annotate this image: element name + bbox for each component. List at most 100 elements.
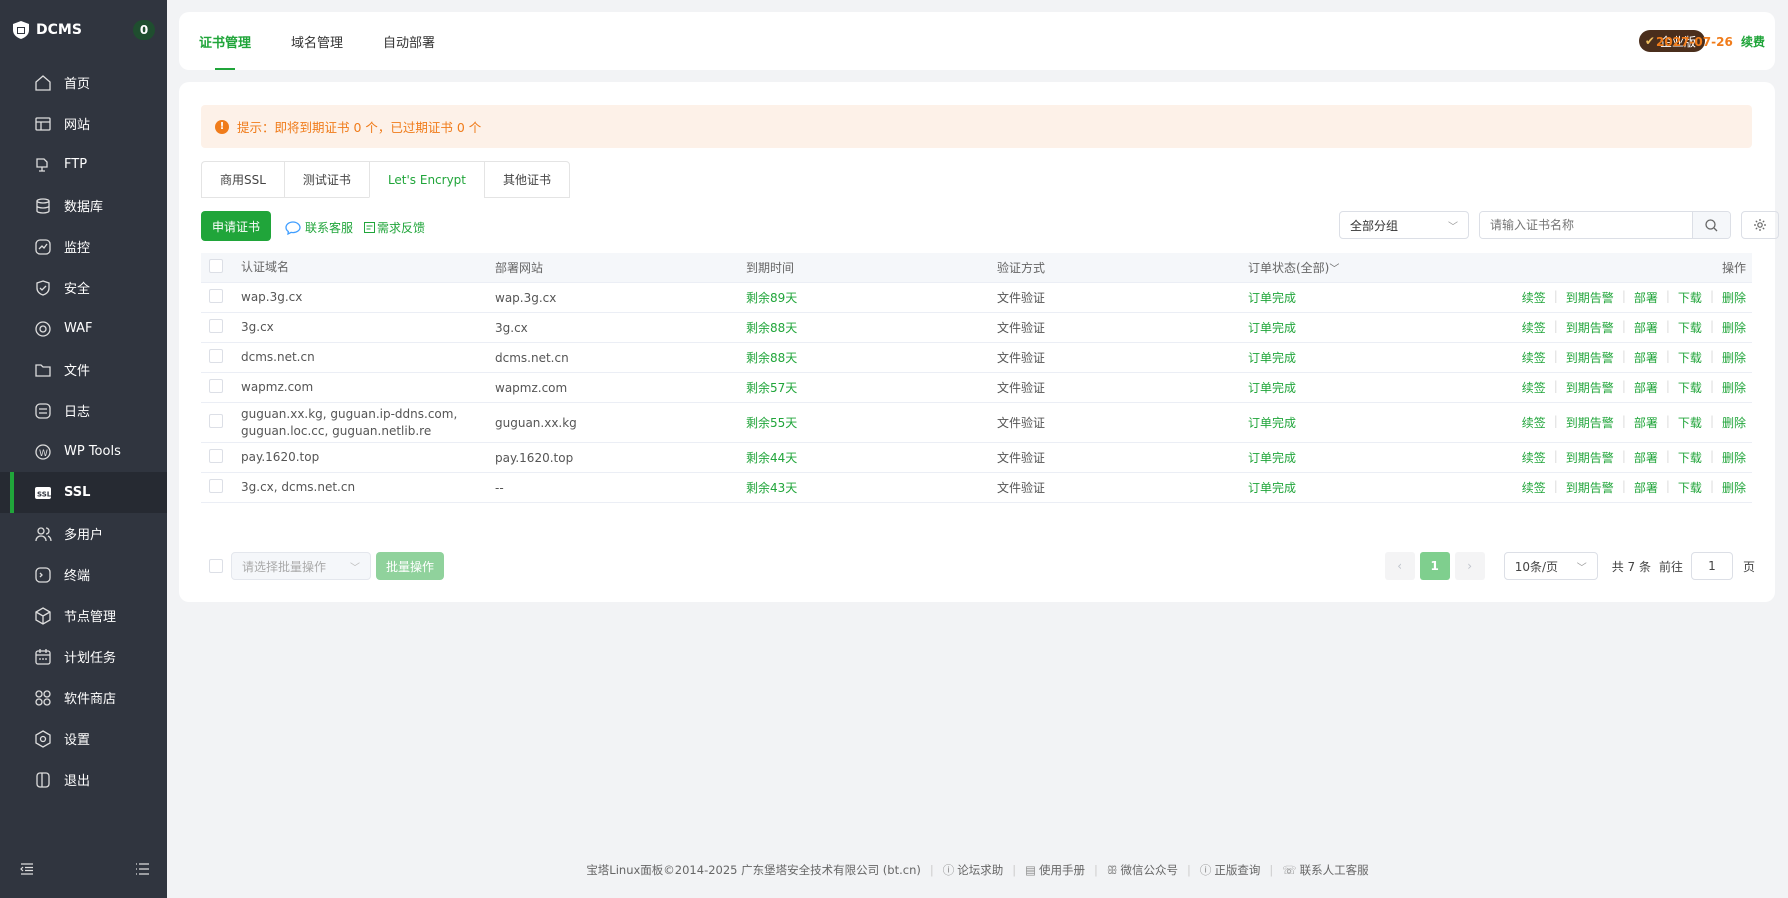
collapse-icon[interactable] xyxy=(20,863,34,878)
row-checkbox[interactable] xyxy=(209,479,223,493)
search-input[interactable] xyxy=(1480,212,1692,238)
header-status-filter[interactable]: 订单状态(全部)﹀ xyxy=(1248,259,1499,276)
sidebar-item-5[interactable]: 安全 xyxy=(0,267,167,308)
select-all-checkbox[interactable] xyxy=(209,259,223,273)
sidebar-item-16[interactable]: 设置 xyxy=(0,718,167,759)
sidebar-item-10[interactable]: SSL SSL xyxy=(0,472,167,513)
expire-alert-button[interactable]: 到期告警 xyxy=(1566,414,1614,431)
verify-link[interactable]: ⓘ 正版查询 xyxy=(1200,862,1261,878)
sidebar-item-15[interactable]: 软件商店 xyxy=(0,677,167,718)
tab-lets-encrypt[interactable]: Let's Encrypt xyxy=(368,161,485,198)
renew-link[interactable]: 续费 xyxy=(1741,35,1765,49)
prev-page-button[interactable]: ‹ xyxy=(1384,552,1415,580)
next-page-button[interactable]: › xyxy=(1454,552,1485,580)
sidebar-item-7[interactable]: 文件 xyxy=(0,349,167,390)
expire-alert-button[interactable]: 到期告警 xyxy=(1566,289,1614,306)
deploy-button[interactable]: 部署 xyxy=(1634,289,1658,306)
sidebar-item-13[interactable]: 节点管理 xyxy=(0,595,167,636)
apply-cert-button[interactable]: 申请证书 xyxy=(201,211,271,241)
download-button[interactable]: 下载 xyxy=(1678,379,1702,396)
tab-domain-manage[interactable]: 域名管理 xyxy=(291,12,343,70)
store-icon xyxy=(34,689,52,707)
delete-button[interactable]: 删除 xyxy=(1722,349,1746,366)
sidebar-item-8[interactable]: 日志 xyxy=(0,390,167,431)
deploy-button[interactable]: 部署 xyxy=(1634,449,1658,466)
download-button[interactable]: 下载 xyxy=(1678,289,1702,306)
bulk-select-checkbox[interactable] xyxy=(209,559,223,573)
sidebar-item-3[interactable]: 数据库 xyxy=(0,185,167,226)
delete-button[interactable]: 删除 xyxy=(1722,449,1746,466)
search-button[interactable] xyxy=(1692,212,1730,238)
renew-button[interactable]: 续签 xyxy=(1522,379,1546,396)
download-button[interactable]: 下载 xyxy=(1678,449,1702,466)
deploy-button[interactable]: 部署 xyxy=(1634,319,1658,336)
row-checkbox[interactable] xyxy=(209,349,223,363)
bulk-actions: 请选择批量操作 ﹀ 批量操作 xyxy=(201,552,444,580)
delete-button[interactable]: 删除 xyxy=(1722,379,1746,396)
bulk-action-select[interactable]: 请选择批量操作 ﹀ xyxy=(231,552,371,580)
download-button[interactable]: 下载 xyxy=(1678,414,1702,431)
renew-button[interactable]: 续签 xyxy=(1522,319,1546,336)
expire-alert-button[interactable]: 到期告警 xyxy=(1566,349,1614,366)
sidebar-item-12[interactable]: 终端 xyxy=(0,554,167,595)
sidebar-item-2[interactable]: FTP xyxy=(0,144,167,185)
row-checkbox[interactable] xyxy=(209,449,223,463)
deploy-button[interactable]: 部署 xyxy=(1634,349,1658,366)
sidebar-item-1[interactable]: 网站 xyxy=(0,103,167,144)
renew-button[interactable]: 续签 xyxy=(1522,414,1546,431)
cell-domain: 3g.cx xyxy=(241,320,274,334)
tab-other-cert[interactable]: 其他证书 xyxy=(484,161,571,198)
expire-alert-button[interactable]: 到期告警 xyxy=(1566,449,1614,466)
renew-button[interactable]: 续签 xyxy=(1522,479,1546,496)
sidebar-item-11[interactable]: 多用户 xyxy=(0,513,167,554)
support-link[interactable]: ☏ 联系人工客服 xyxy=(1282,862,1368,878)
row-checkbox[interactable] xyxy=(209,379,223,393)
action-separator: | xyxy=(1665,449,1670,463)
group-select[interactable]: 全部分组 ﹀ xyxy=(1339,211,1469,239)
action-separator: | xyxy=(1665,349,1670,363)
row-select-cell xyxy=(201,479,241,496)
list-icon[interactable] xyxy=(135,863,149,878)
contact-service-link[interactable]: 联系客服 xyxy=(285,219,353,236)
renew-button[interactable]: 续签 xyxy=(1522,449,1546,466)
sidebar-item-6[interactable]: WAF xyxy=(0,308,167,349)
tab-auto-deploy[interactable]: 自动部署 xyxy=(383,12,435,70)
wechat-link[interactable]: ꕥ 微信公众号 xyxy=(1107,862,1178,878)
manual-link[interactable]: ▤ 使用手册 xyxy=(1025,862,1085,878)
renew-button[interactable]: 续签 xyxy=(1522,349,1546,366)
download-button[interactable]: 下载 xyxy=(1678,349,1702,366)
notification-badge[interactable]: 0 xyxy=(133,20,155,40)
deploy-button[interactable]: 部署 xyxy=(1634,479,1658,496)
page-size-select[interactable]: 10条/页 ﹀ xyxy=(1503,552,1598,580)
tab-commercial-ssl[interactable]: 商用SSL xyxy=(201,161,284,198)
deploy-button[interactable]: 部署 xyxy=(1634,414,1658,431)
delete-button[interactable]: 删除 xyxy=(1722,289,1746,306)
page-number[interactable]: 1 xyxy=(1419,552,1450,580)
column-settings-button[interactable] xyxy=(1741,211,1779,239)
row-checkbox[interactable] xyxy=(209,414,223,428)
sidebar-item-4[interactable]: 监控 xyxy=(0,226,167,267)
download-button[interactable]: 下载 xyxy=(1678,479,1702,496)
expire-alert-button[interactable]: 到期告警 xyxy=(1566,479,1614,496)
goto-page-input[interactable]: 1 xyxy=(1690,552,1733,580)
contact-label: 联系客服 xyxy=(305,221,354,235)
bulk-action-button[interactable]: 批量操作 xyxy=(376,552,444,580)
row-checkbox[interactable] xyxy=(209,319,223,333)
sidebar-item-9[interactable]: W WP Tools xyxy=(0,431,167,472)
forum-link[interactable]: ⓘ 论坛求助 xyxy=(943,862,1004,878)
sidebar-item-17[interactable]: 退出 xyxy=(0,759,167,800)
delete-button[interactable]: 删除 xyxy=(1722,479,1746,496)
expire-alert-button[interactable]: 到期告警 xyxy=(1566,379,1614,396)
delete-button[interactable]: 删除 xyxy=(1722,414,1746,431)
tab-test-cert[interactable]: 测试证书 xyxy=(283,161,369,198)
sidebar-item-0[interactable]: 首页 xyxy=(0,62,167,103)
sidebar-item-14[interactable]: 计划任务 xyxy=(0,636,167,677)
deploy-button[interactable]: 部署 xyxy=(1634,379,1658,396)
expire-alert-button[interactable]: 到期告警 xyxy=(1566,319,1614,336)
tab-cert-manage[interactable]: 证书管理 xyxy=(199,12,251,70)
feedback-link[interactable]: 需求反馈 xyxy=(364,219,425,236)
row-checkbox[interactable] xyxy=(209,289,223,303)
delete-button[interactable]: 删除 xyxy=(1722,319,1746,336)
renew-button[interactable]: 续签 xyxy=(1522,289,1546,306)
download-button[interactable]: 下载 xyxy=(1678,319,1702,336)
